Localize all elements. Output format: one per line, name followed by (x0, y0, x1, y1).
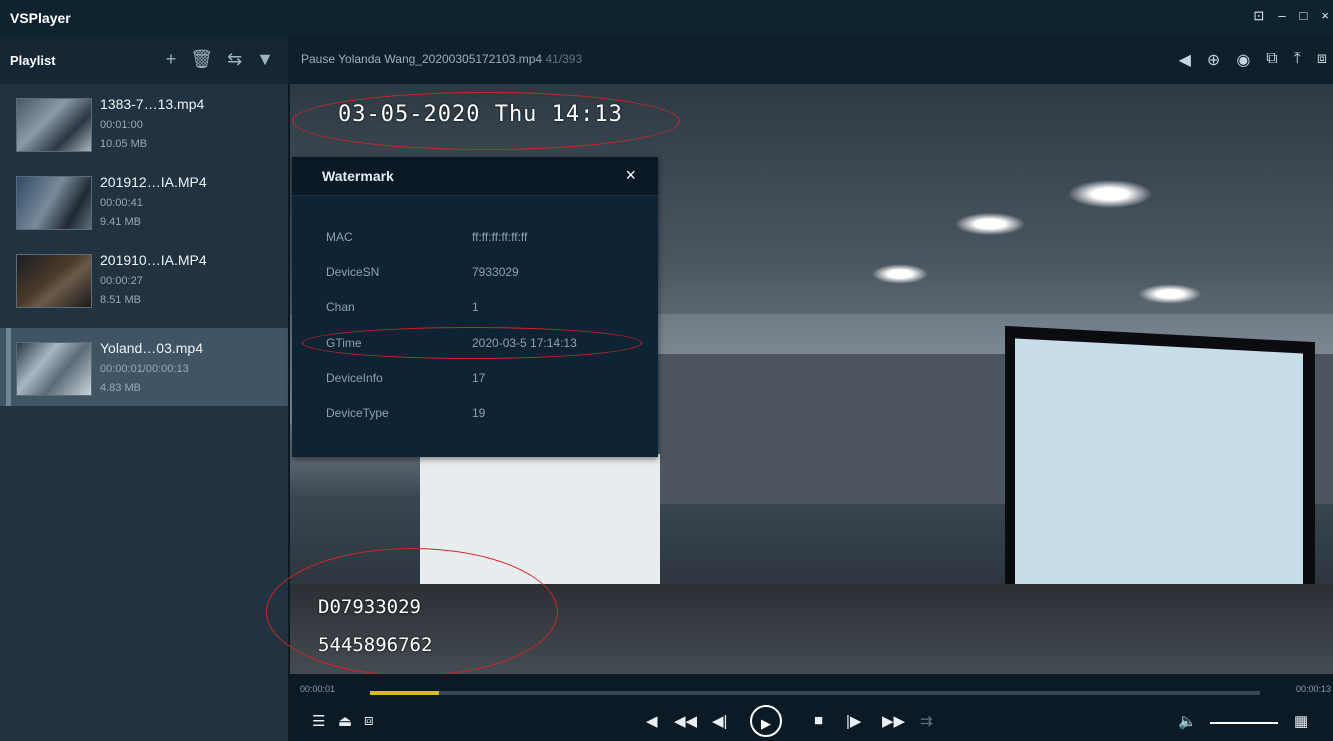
video-thumbnail (16, 98, 92, 152)
loop-icon[interactable]: ⇆ (227, 50, 242, 68)
open-file-icon[interactable]: ⏏ (338, 712, 352, 730)
stop-icon[interactable]: ■ (814, 712, 823, 729)
playlist-item[interactable]: 1383-7…13.mp4 00:01:00 10.05 MB (0, 84, 288, 162)
video-thumbnail (16, 254, 92, 308)
progress-bar: 00:00:01 00:00:13 (290, 674, 1333, 704)
delete-icon[interactable]: 🗑 (190, 50, 213, 68)
frame-counter: 41/393 (545, 52, 583, 66)
file-name: Yoland…03.mp4 (100, 340, 204, 356)
playlist-item[interactable]: 201912…IA.MP4 00:00:41 9.41 MB (0, 162, 288, 240)
playback-controls: ☰ ⏏ ⧈ ◀ ◀◀ ◀| ▶ ■ |▶ ▶▶ ⇉ 🔈 ▦ (290, 704, 1333, 741)
grid-icon[interactable]: ▦ (1294, 712, 1308, 730)
playlist-item-active[interactable]: Yoland…03.mp4 00:00:01/00:00:13 4.83 MB (0, 328, 288, 406)
total-time: 00:00:13 (1295, 684, 1331, 694)
minimize-icon[interactable]: – (1278, 8, 1285, 24)
restore-icon[interactable]: ⊡ (1253, 8, 1264, 24)
add-icon[interactable]: + (166, 50, 177, 68)
file-size: 9.41 MB (100, 216, 141, 228)
watermark-row: MAC ff:ff:ff:ff:ff:ff (292, 230, 658, 250)
volume-icon[interactable]: 🔈 (1178, 712, 1197, 730)
rewind-icon[interactable]: ◀◀ (674, 712, 697, 730)
playlist-item[interactable]: 201910…IA.MP4 00:00:27 8.51 MB (0, 240, 288, 318)
play-button[interactable]: ▶ (750, 705, 782, 737)
app-title: VSPlayer (10, 10, 71, 26)
watermark-value: 19 (472, 406, 486, 420)
close-window-icon[interactable]: × (1321, 8, 1329, 24)
highlight-ellipse (266, 548, 558, 676)
watermark-header: Watermark × (292, 157, 658, 196)
current-time: 00:00:01 (300, 684, 336, 694)
file-name: 1383-7…13.mp4 (100, 96, 205, 112)
watermark-value: ff:ff:ff:ff:ff:ff (472, 230, 528, 244)
seek-fill (370, 691, 439, 695)
window-controls: ⊡ – □ × (1253, 8, 1329, 24)
scene-monitor (1005, 325, 1315, 628)
speed-icon[interactable]: ⇉ (920, 712, 933, 730)
fullscreen-icon[interactable]: ⧈ (1317, 50, 1327, 70)
fast-forward-icon[interactable]: ▶▶ (882, 712, 905, 730)
file-duration: 00:01:00 (100, 119, 143, 131)
zoom-icon[interactable]: ⊕ (1207, 50, 1220, 70)
playlist-icon[interactable]: ☰ (312, 712, 325, 730)
watermark-value: 7933029 (472, 265, 519, 279)
watermark-key: DeviceType (326, 406, 389, 420)
step-back-icon[interactable]: ◀| (712, 712, 727, 730)
file-size: 10.05 MB (100, 138, 148, 150)
watermark-row: Chan 1 (292, 300, 658, 320)
file-name: 201912…IA.MP4 (100, 174, 207, 190)
snapshot-icon[interactable]: ◉ (1236, 50, 1250, 70)
title-bar: VSPlayer ⊡ – □ × (0, 0, 1333, 36)
highlight-ellipse (292, 92, 680, 150)
close-icon[interactable]: × (625, 165, 636, 186)
file-size: 4.83 MB (100, 382, 141, 394)
playlist-title: Playlist (10, 52, 56, 68)
playlist-header: Playlist + 🗑 ⇆ ▼ (0, 36, 288, 84)
file-name: 201910…IA.MP4 (100, 252, 207, 268)
seek-track[interactable] (370, 691, 1260, 695)
toolbox-icon[interactable]: ⧈ (364, 712, 374, 729)
player-toolbar: ◀ ⊕ ◉ ⧉ ⤒ ⧈ (1179, 50, 1327, 70)
watermark-row: DeviceSN 7933029 (292, 265, 658, 285)
playback-status: Pause Yolanda Wang_20200305172103.mp4 41… (301, 52, 582, 66)
audio-icon[interactable]: ◀ (1179, 50, 1191, 70)
file-duration: 00:00:27 (100, 275, 143, 287)
previous-icon[interactable]: ◀ (646, 712, 658, 730)
watermark-key: Chan (326, 300, 355, 314)
playlist-panel: Playlist + 🗑 ⇆ ▼ 1383-7…13.mp4 00:01:00 … (0, 36, 288, 741)
watermark-row: DeviceType 19 (292, 406, 658, 426)
scene-monitor-screen (1015, 338, 1303, 609)
playlist-tools: + 🗑 ⇆ ▼ (166, 50, 274, 68)
watermark-key: DeviceInfo (326, 371, 383, 385)
step-forward-icon[interactable]: |▶ (846, 712, 861, 730)
watermark-title: Watermark (322, 168, 394, 184)
player-topbar: Pause Yolanda Wang_20200305172103.mp4 41… (288, 36, 1333, 84)
maximize-icon[interactable]: □ (1300, 8, 1308, 24)
watermark-dialog: Watermark × MAC ff:ff:ff:ff:ff:ff Device… (292, 157, 658, 457)
video-thumbnail (16, 342, 92, 396)
file-size: 8.51 MB (100, 294, 141, 306)
clip-icon[interactable]: ⧉ (1266, 50, 1277, 70)
watermark-key: MAC (326, 230, 353, 244)
file-duration: 00:00:41 (100, 197, 143, 209)
watermark-row: DeviceInfo 17 (292, 371, 658, 391)
file-duration: 00:00:01/00:00:13 (100, 363, 189, 375)
watermark-key: DeviceSN (326, 265, 380, 279)
filter-icon[interactable]: ▼ (256, 50, 274, 68)
status-filename: Pause Yolanda Wang_20200305172103.mp4 (301, 52, 543, 66)
video-thumbnail (16, 176, 92, 230)
volume-slider[interactable] (1210, 722, 1278, 724)
highlight-ellipse (302, 327, 642, 359)
watermark-value: 17 (472, 371, 486, 385)
watermark-value: 1 (472, 300, 479, 314)
pin-icon[interactable]: ⤒ (1294, 50, 1301, 70)
